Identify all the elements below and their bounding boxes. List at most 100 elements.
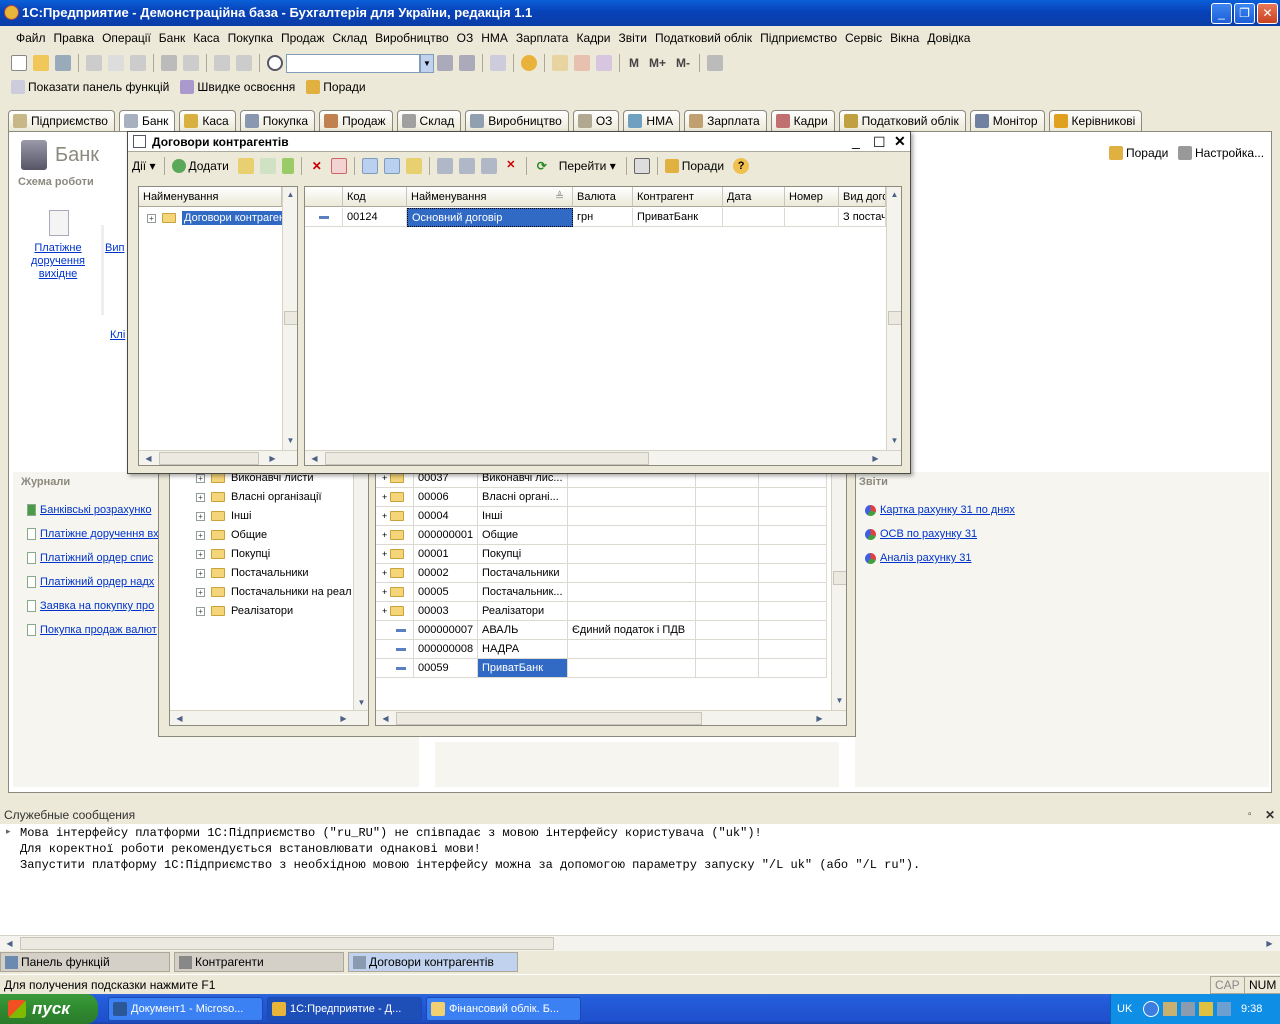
journal-link[interactable]: Платіжний ордер надх [27,570,159,594]
expand-icon[interactable]: + [196,549,205,559]
redo-icon[interactable] [236,55,252,71]
list-settings-icon[interactable] [633,158,650,174]
search-input[interactable] [286,53,420,73]
expand-icon[interactable]: + [147,213,156,223]
tree-vscroll[interactable]: ▲ ▼ [282,187,297,450]
col-contragent[interactable]: Контрагент [633,187,723,207]
tab-12[interactable]: Монітор [969,110,1045,131]
start-button[interactable]: пуск [0,994,98,1024]
scroll-right-icon[interactable]: ▶ [336,711,351,725]
tools-icon[interactable] [707,55,724,71]
partial-link-2[interactable]: Клі [110,329,125,341]
tray-icon-4[interactable] [1217,1002,1231,1016]
memory-m-button[interactable]: M [629,56,639,70]
expand-icon[interactable]: + [196,473,205,483]
info-icon[interactable] [521,55,537,71]
menu-item[interactable]: Файл [12,31,50,45]
menu-item[interactable]: Сервіс [841,31,886,45]
tab-1[interactable]: Банк [118,110,176,131]
tree-root[interactable]: + Договори контрагентів [147,209,297,227]
filter-history-icon[interactable] [480,158,497,174]
memory-mplus-button[interactable]: M+ [649,56,666,70]
tab-11[interactable]: Податковий облік [838,110,966,131]
paste-icon[interactable] [130,55,146,71]
print-icon[interactable] [161,55,177,71]
expand-icon[interactable]: + [196,606,205,616]
edit-icon[interactable] [281,158,294,174]
hierarchy-icon[interactable] [361,158,378,174]
calculator-icon[interactable] [552,55,568,71]
tab-9[interactable]: Зарплата [684,110,767,131]
new-icon[interactable] [11,55,27,71]
scroll-right-icon[interactable]: ▶ [868,451,883,465]
menu-item[interactable]: НМА [477,31,512,45]
tree-item[interactable]: + Общие [196,526,267,545]
scroll-down-icon[interactable]: ▼ [832,693,846,708]
menu-item[interactable]: Банк [155,31,189,45]
list-vscroll[interactable]: ▲ ▼ [886,187,901,450]
menu-item[interactable]: Кадри [572,31,614,45]
find-next-icon[interactable] [437,55,453,71]
tray-icon-3[interactable] [1199,1002,1213,1016]
delete-icon[interactable]: ✕ [309,158,325,174]
window-maximize-icon[interactable]: ☐ [873,134,886,151]
scroll-left-icon[interactable]: ◀ [141,451,156,465]
menu-item[interactable]: Операції [98,31,155,45]
menu-item[interactable]: Довідка [923,31,974,45]
add-button[interactable]: Додати [189,159,229,173]
clear-filter-icon[interactable]: ✕ [503,158,519,174]
taskbar-task[interactable]: Документ1 - Microso... [108,997,263,1021]
tab-3[interactable]: Покупка [239,110,316,131]
col-code[interactable]: Код [343,187,407,207]
col-date[interactable]: Дата [723,187,785,207]
menu-item[interactable]: Виробництво [371,31,453,45]
menu-item[interactable]: ОЗ [453,31,478,45]
filter-icon[interactable] [436,158,453,174]
taskbar-task[interactable]: Фінансовий облік. Б... [426,997,581,1021]
scroll-left-icon[interactable]: ◀ [172,711,187,725]
report-link[interactable]: Картка рахунку 31 по днях [865,498,1015,522]
expand-icon[interactable]: + [196,568,205,578]
scroll-left-icon[interactable]: ◀ [307,451,322,465]
help-icon[interactable]: ? [733,158,750,174]
close-button[interactable]: ✕ [1257,3,1278,24]
mark-delete-icon[interactable] [330,158,347,174]
quick-learning-button[interactable]: Швидке освоєння [197,80,295,94]
calendar-icon[interactable] [574,55,590,71]
tray-expand-icon[interactable] [1143,1001,1159,1017]
tree-header[interactable]: Найменування [139,187,282,207]
menu-item[interactable]: Податковий облік [651,31,756,45]
window-tab[interactable]: Договори контрагентів [348,952,518,972]
tree-hscroll[interactable]: ◀ ▶ [170,710,368,725]
menu-item[interactable]: Підприємство [756,31,841,45]
tree-item[interactable]: + Покупці [196,545,270,564]
save-icon[interactable] [55,55,71,71]
open-icon[interactable] [33,55,49,71]
tab-13[interactable]: Керівникові [1048,110,1143,131]
expand-icon[interactable]: + [196,530,205,540]
col-number[interactable]: Номер [785,187,839,207]
scroll-down-icon[interactable]: ▼ [354,695,368,710]
journal-link[interactable]: Платіжне доручення вх [27,522,159,546]
memory-mminus-button[interactable]: M- [676,56,690,70]
list-hscroll[interactable]: ◀ ▶ [376,710,846,725]
scroll-left-icon[interactable]: ◀ [2,936,17,951]
panel-tips[interactable]: Поради [1106,146,1168,160]
language-indicator[interactable]: UK [1117,994,1132,1024]
scroll-right-icon[interactable]: ▶ [812,711,827,725]
add-folder-icon[interactable] [237,158,254,174]
scroll-thumb[interactable] [888,311,901,325]
search-icon[interactable] [267,55,283,71]
taskbar-task[interactable]: 1С:Предприятие - Д... [267,997,422,1021]
menu-item[interactable]: Продаж [277,31,328,45]
journal-link[interactable]: Покупка продаж валют [27,618,159,642]
window-tab[interactable]: Панель функцій [0,952,170,972]
tree-vscroll[interactable]: ▼ [353,467,368,710]
window-minimize-icon[interactable]: _ [852,133,860,149]
window-close-icon[interactable]: ✕ [894,133,906,150]
messages-hscroll[interactable]: ◀ ▶ [0,935,1280,951]
tab-2[interactable]: Каса [179,110,236,131]
refresh-icon[interactable]: ⟳ [534,158,550,174]
report-link[interactable]: ОСВ по рахунку 31 [865,522,1015,546]
scroll-right-icon[interactable]: ▶ [1262,936,1277,951]
